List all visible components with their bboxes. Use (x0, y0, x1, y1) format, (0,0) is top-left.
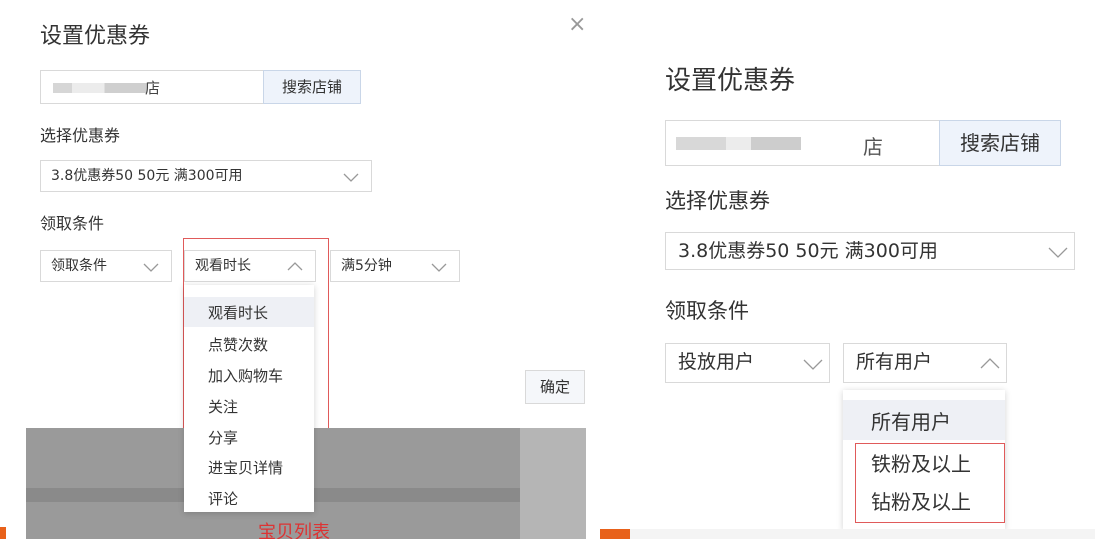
chevron-down-icon (803, 356, 823, 370)
coupon-select-value: 3.8优惠券50 50元 满300可用 (678, 240, 938, 262)
blurred-shop-name (676, 137, 801, 150)
shop-search-input[interactable]: 店 (40, 70, 264, 104)
underlay-side (520, 428, 586, 539)
threshold-select[interactable]: 满5分钟 (330, 250, 460, 282)
select-coupon-label: 选择优惠券 (40, 126, 121, 145)
dropdown-option[interactable]: 所有用户 (871, 406, 951, 435)
dialog-title: 设置优惠券 (665, 66, 796, 96)
chevron-down-icon (431, 260, 447, 274)
blurred-shop-name (53, 83, 147, 93)
condition-label: 领取条件 (665, 299, 749, 323)
orange-marker (0, 527, 6, 539)
bottom-strip (600, 529, 1095, 539)
left-dialog: 设置优惠券 × 店 搜索店铺 选择优惠券 3.8优惠券50 50元 满300可用… (0, 0, 600, 539)
chevron-up-icon (287, 260, 303, 274)
search-shop-button[interactable]: 搜索店铺 (263, 70, 361, 104)
dropdown-option[interactable]: 点赞次数 (208, 334, 268, 355)
metric-select-value: 观看时长 (195, 258, 251, 274)
chevron-down-icon (343, 170, 359, 184)
chevron-down-icon (143, 260, 159, 274)
shop-name-suffix: 店 (145, 79, 161, 97)
confirm-button[interactable]: 确定 (525, 370, 585, 404)
condition-type-value: 领取条件 (51, 258, 107, 274)
dropdown-option[interactable]: 分享 (208, 427, 238, 448)
dropdown-option[interactable]: 评论 (208, 488, 238, 509)
shop-search-input[interactable]: 店 (665, 120, 940, 166)
coupon-select-value: 3.8优惠券50 50元 满300可用 (51, 168, 243, 184)
orange-marker (600, 529, 630, 539)
coupon-select[interactable]: 3.8优惠券50 50元 满300可用 (665, 232, 1075, 270)
condition-type-select[interactable]: 领取条件 (40, 250, 172, 282)
condition-label: 领取条件 (40, 214, 105, 233)
dropdown-option[interactable]: 进宝贝详情 (208, 457, 283, 478)
right-dialog: 设置优惠券 店 搜索店铺 选择优惠券 3.8优惠券50 50元 满300可用 领… (600, 0, 1095, 539)
dropdown-option[interactable]: 加入购物车 (208, 365, 283, 386)
users-select-value: 所有用户 (856, 351, 933, 373)
users-dropdown: 所有用户 铁粉及以上 钻粉及以上 (843, 390, 1005, 530)
dropdown-option[interactable]: 观看时长 (208, 302, 268, 323)
users-select[interactable]: 所有用户 (843, 343, 1007, 383)
dialog-title: 设置优惠券 (40, 24, 151, 49)
metric-select[interactable]: 观看时长 (184, 250, 316, 282)
audience-select[interactable]: 投放用户 (665, 343, 830, 383)
close-icon[interactable]: × (568, 14, 586, 36)
coupon-select[interactable]: 3.8优惠券50 50元 满300可用 (40, 160, 372, 192)
audience-select-value: 投放用户 (678, 351, 755, 373)
search-shop-button[interactable]: 搜索店铺 (939, 120, 1061, 166)
highlight-outline (855, 443, 1005, 523)
threshold-select-value: 满5分钟 (341, 258, 392, 274)
chevron-down-icon (1048, 244, 1068, 258)
underlay-text: 宝贝列表 (258, 522, 330, 539)
chevron-up-icon (980, 356, 1000, 370)
dropdown-option[interactable]: 关注 (208, 396, 238, 417)
metric-dropdown: 观看时长 点赞次数 加入购物车 关注 分享 进宝贝详情 评论 (184, 285, 314, 512)
shop-name-suffix: 店 (863, 135, 883, 159)
select-coupon-label: 选择优惠券 (665, 189, 770, 213)
